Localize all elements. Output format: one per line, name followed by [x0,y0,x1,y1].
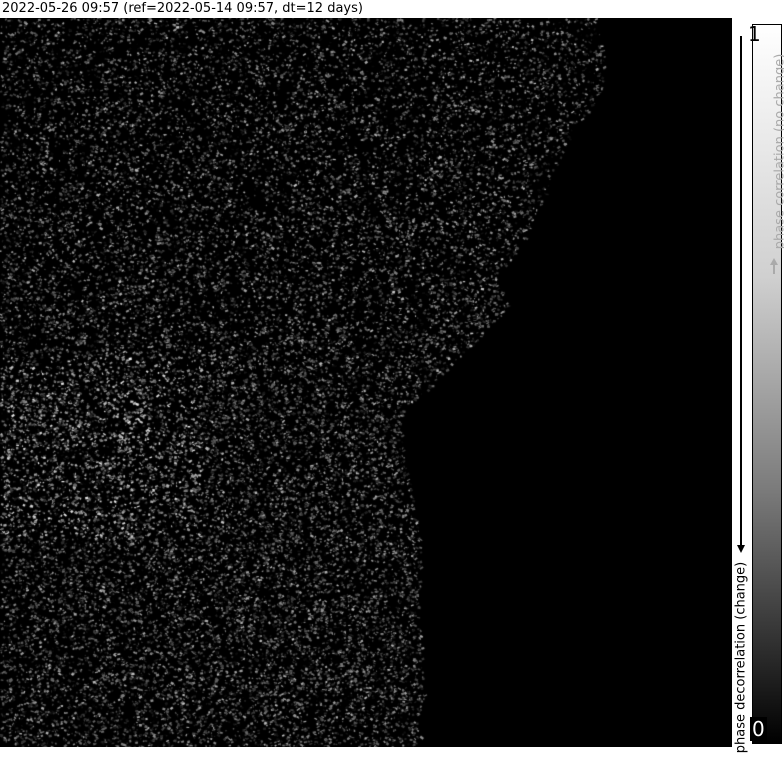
change-arrow-line [740,36,742,546]
colorbar-min-label: 0 [750,717,767,741]
no-change-arrow-line [773,264,775,274]
coherence-map [0,18,732,747]
colorbar: 1 0 phase correlation (no change) phase … [732,18,784,747]
colorbar-top-label-text: phase correlation (no change) [773,37,784,267]
colorbar-bottom-label: phase decorrelation (change) [732,558,750,758]
image-title: 2022-05-26 09:57 (ref=2022-05-14 09:57, … [2,0,363,18]
colorbar-top-label: phase correlation (no change) [770,40,784,270]
colorbar-bottom-label-text: phase decorrelation (change) [734,558,749,758]
colorbar-max-label: 1 [748,22,761,46]
coherence-texture [0,18,732,747]
arrow-down-icon [737,545,745,553]
